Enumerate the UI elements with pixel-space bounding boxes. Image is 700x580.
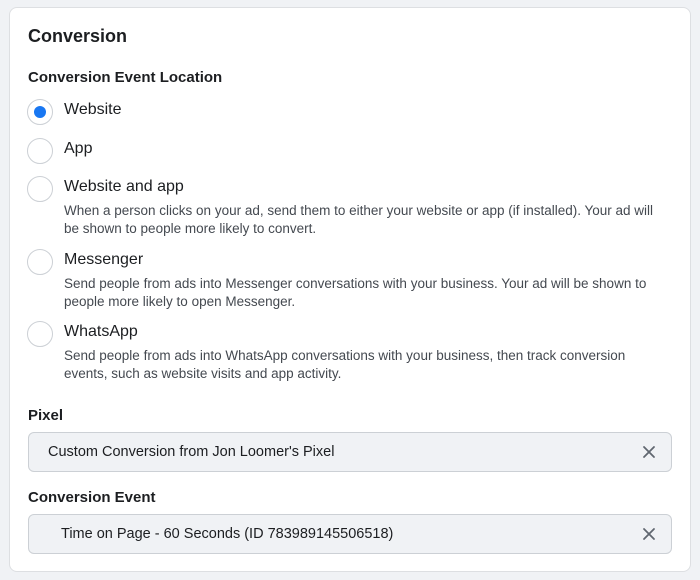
radio-button-website-and-app[interactable] <box>27 176 53 202</box>
radio-selected-dot <box>34 106 46 118</box>
pixel-label: Pixel <box>28 407 64 424</box>
conversion-event-value: Time on Page - 60 Seconds (ID 7839891455… <box>61 526 394 542</box>
option-description: Send people from ads into Messenger conv… <box>64 276 647 309</box>
pixel-value: Custom Conversion from Jon Loomer's Pixe… <box>48 444 335 460</box>
conversion-event-select[interactable]: Time on Page - 60 Seconds (ID 7839891455… <box>28 514 672 554</box>
option-label: Website and app <box>64 178 184 195</box>
conversion-card: Conversion Conversion Event Location Web… <box>9 7 691 572</box>
section-title: Conversion <box>28 26 128 46</box>
option-label: App <box>64 140 93 157</box>
radio-option-website-and-app[interactable]: Website and app When a person clicks on … <box>27 176 667 238</box>
radio-button-website[interactable] <box>27 99 53 125</box>
conversion-event-label: Conversion Event <box>28 489 156 506</box>
conversion-event-location-label: Conversion Event Location <box>28 69 223 86</box>
option-description: When a person clicks on your ad, send th… <box>64 203 654 236</box>
close-icon[interactable] <box>641 444 657 460</box>
option-label: WhatsApp <box>64 323 138 340</box>
pixel-select[interactable]: Custom Conversion from Jon Loomer's Pixe… <box>28 432 672 472</box>
close-icon[interactable] <box>641 526 657 542</box>
radio-button-messenger[interactable] <box>27 249 53 275</box>
radio-option-whatsapp[interactable]: WhatsApp Send people from ads into Whats… <box>27 321 667 383</box>
radio-button-app[interactable] <box>27 138 53 164</box>
option-label: Messenger <box>64 251 144 268</box>
option-description: Send people from ads into WhatsApp conve… <box>64 348 626 381</box>
radio-option-app[interactable]: App <box>27 138 667 166</box>
radio-button-whatsapp[interactable] <box>27 321 53 347</box>
option-label: Website <box>64 101 122 118</box>
radio-option-messenger[interactable]: Messenger Send people from ads into Mess… <box>27 249 667 311</box>
radio-option-website[interactable]: Website <box>27 99 667 127</box>
